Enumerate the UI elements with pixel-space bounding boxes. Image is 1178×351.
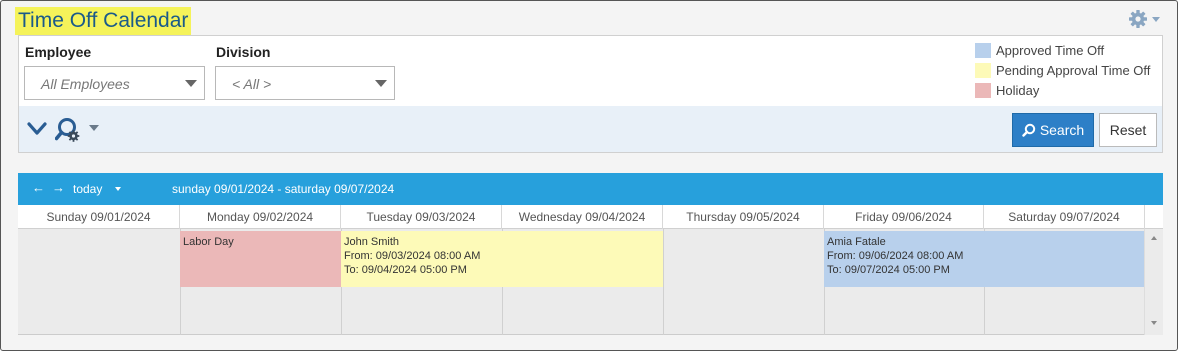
time-off-calendar-window: Time Off Calendar Employee All Employees… <box>0 0 1178 351</box>
event-pending[interactable]: John Smith From: 09/03/2024 08:00 AM To:… <box>341 231 663 287</box>
search-gear-icon[interactable] <box>54 117 83 146</box>
filter-panel: Employee All Employees Division < All > … <box>18 35 1163 153</box>
gear-icon[interactable] <box>1128 9 1148 29</box>
reset-button[interactable]: Reset <box>1099 113 1157 147</box>
page-title: Time Off Calendar <box>15 7 192 35</box>
action-bar: Search Reset <box>19 106 1162 152</box>
day-header-cell: Friday 09/06/2024 <box>824 205 984 229</box>
legend-swatch-pending <box>975 63 991 78</box>
legend-label: Approved Time Off <box>996 43 1105 58</box>
date-range-title: sunday 09/01/2024 - saturday 09/07/2024 <box>172 182 395 196</box>
event-to: To: 09/04/2024 05:00 PM <box>344 264 467 276</box>
division-select-value: < All > <box>232 76 272 92</box>
column-divider <box>663 229 664 335</box>
division-label: Division <box>216 44 271 60</box>
chevron-down-icon <box>185 80 197 87</box>
search-button-label: Search <box>1039 122 1085 138</box>
calendar-scrollbar[interactable] <box>1144 229 1163 335</box>
chevron-down-icon[interactable] <box>115 187 121 191</box>
event-title: Labor Day <box>183 236 234 248</box>
chevron-down-icon <box>375 80 387 87</box>
event-approved[interactable]: Amia Fatale From: 09/06/2024 08:00 AM To… <box>824 231 1145 287</box>
gear-caret-icon[interactable] <box>1152 16 1160 22</box>
legend-label: Pending Approval Time Off <box>996 63 1151 78</box>
employee-select[interactable]: All Employees <box>24 66 205 100</box>
chevron-down-icon[interactable] <box>27 122 47 139</box>
calendar: ← → today sunday 09/01/2024 - saturday 0… <box>18 173 1163 335</box>
event-from: From: 09/03/2024 08:00 AM <box>344 250 481 262</box>
day-header: Sunday 09/01/2024 Monday 09/02/2024 Tues… <box>18 205 1163 229</box>
day-header-cell: Tuesday 09/03/2024 <box>341 205 502 229</box>
chevron-down-icon[interactable] <box>89 125 99 131</box>
legend-swatch-approved <box>975 43 991 58</box>
legend-swatch-holiday <box>975 83 991 98</box>
event-from: From: 09/06/2024 08:00 AM <box>827 250 964 262</box>
calendar-toolbar: ← → today sunday 09/01/2024 - saturday 0… <box>18 173 1163 205</box>
arrow-left-icon[interactable]: ← <box>32 180 45 195</box>
employee-label: Employee <box>25 44 92 60</box>
today-button[interactable]: today <box>73 182 102 196</box>
day-header-cell: Saturday 09/07/2024 <box>984 205 1145 229</box>
legend-label: Holiday <box>996 83 1040 98</box>
event-title: John Smith <box>344 236 400 248</box>
event-holiday[interactable]: Labor Day <box>180 231 341 287</box>
calendar-body: Labor Day John Smith From: 09/03/2024 08… <box>18 229 1163 335</box>
arrow-right-icon[interactable]: → <box>52 180 65 195</box>
division-select[interactable]: < All > <box>215 66 395 100</box>
search-button[interactable]: Search <box>1012 113 1094 147</box>
scroll-up-icon[interactable] <box>1151 236 1157 240</box>
scroll-down-icon[interactable] <box>1151 321 1157 325</box>
day-header-cell: Monday 09/02/2024 <box>180 205 341 229</box>
day-header-cell: Wednesday 09/04/2024 <box>502 205 663 229</box>
search-icon <box>1022 123 1036 137</box>
event-to: To: 09/07/2024 05:00 PM <box>827 264 950 276</box>
event-title: Amia Fatale <box>827 236 886 248</box>
day-header-cell: Sunday 09/01/2024 <box>18 205 180 229</box>
settings-menu[interactable] <box>1128 9 1162 29</box>
employee-select-value: All Employees <box>41 76 130 92</box>
day-header-cell: Thursday 09/05/2024 <box>663 205 824 229</box>
